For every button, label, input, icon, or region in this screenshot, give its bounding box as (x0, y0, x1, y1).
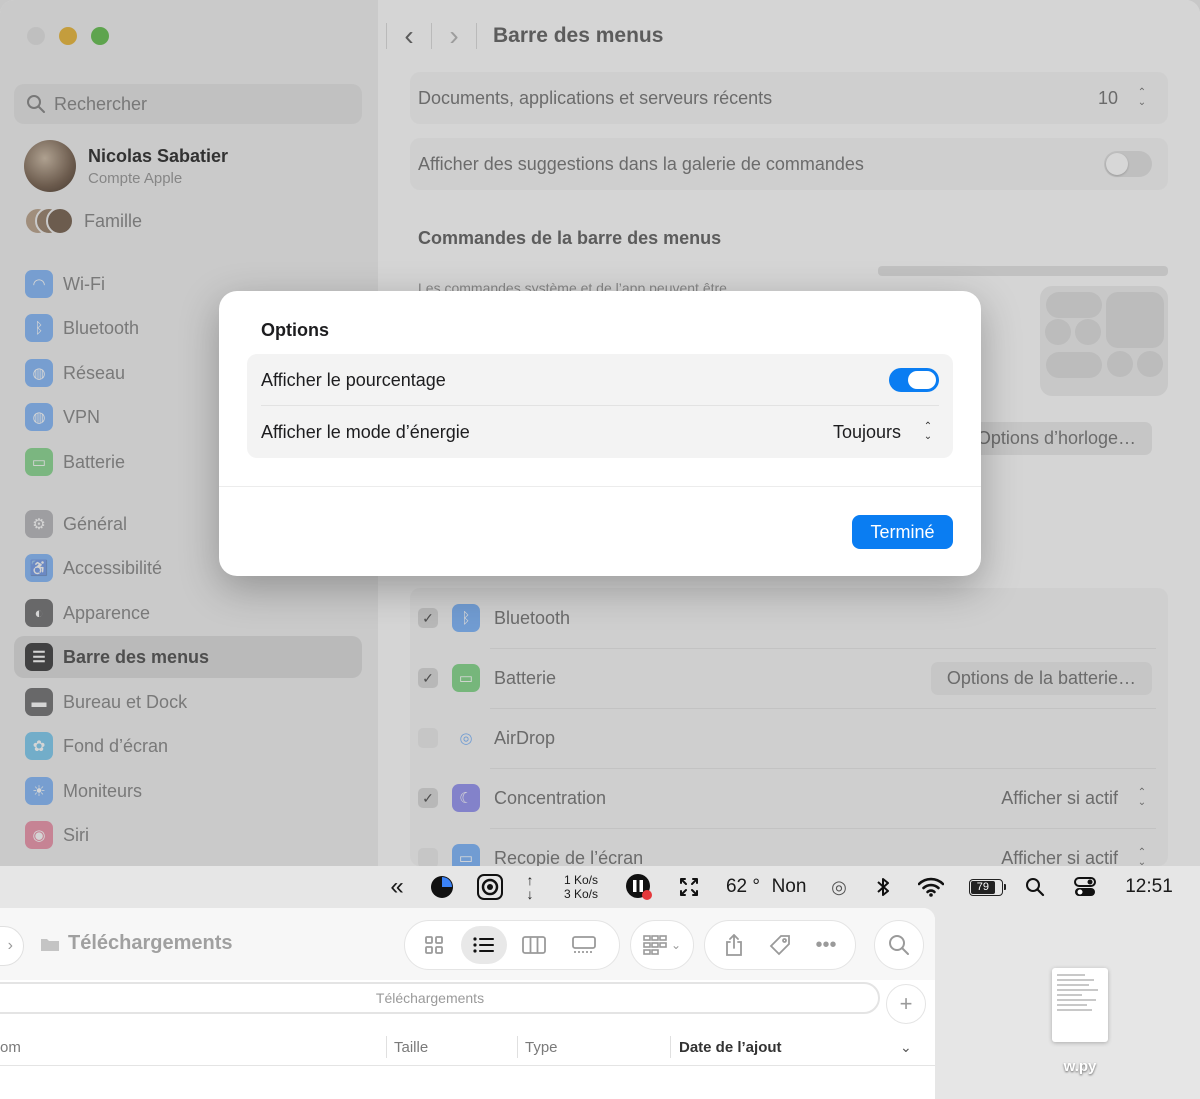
options-card: Afficher le pourcentage Afficher le mode… (247, 354, 953, 458)
desktop-file-label[interactable]: w.py (1040, 1058, 1120, 1075)
folder-icon (41, 938, 59, 951)
chevron-down-icon: ⌄ (670, 938, 682, 952)
pause-record-icon[interactable] (624, 866, 654, 908)
finder-title: Téléchargements (40, 932, 233, 955)
bluetooth-icon[interactable] (872, 866, 894, 908)
battery-icon: 79 (969, 878, 1006, 896)
group-icon (643, 935, 667, 955)
spotlight-search-icon[interactable] (1022, 866, 1048, 908)
expand-arrows-icon[interactable] (676, 866, 702, 908)
column-type[interactable]: Type (525, 1028, 558, 1066)
energy-mode-select[interactable]: Toujours ⌃ ⌄ (833, 420, 939, 444)
battery-percent: 79 (971, 880, 995, 894)
pie-chart-icon[interactable] (428, 866, 456, 908)
search-button[interactable] (874, 920, 924, 970)
network-arrows-icon: ↑ ↓ (526, 872, 534, 902)
back-arrow-icon[interactable]: › (0, 926, 24, 966)
chevrons-left-icon[interactable]: « (384, 866, 410, 908)
done-button[interactable]: Terminé (852, 515, 953, 549)
weather-temp[interactable]: 62 ° (724, 866, 762, 908)
group-by-button[interactable]: ⌄ (630, 920, 694, 970)
non-label[interactable]: Non (770, 866, 808, 908)
options-dialog: Options Afficher le pourcentage Afficher… (219, 291, 981, 576)
column-name[interactable]: om (0, 1028, 21, 1066)
add-button[interactable]: + (886, 984, 926, 1024)
finder-window: › Téléchargements ⌄ ••• Téléchargements … (0, 908, 935, 1099)
path-bar[interactable]: Téléchargements (0, 982, 880, 1014)
column-header: om Taille Type Date de l’ajout ⌄ (0, 1028, 935, 1066)
tag-icon[interactable] (760, 926, 800, 964)
share-icon[interactable] (714, 926, 754, 964)
grid-view-icon[interactable] (411, 926, 457, 964)
network-speed[interactable]: 1 Ko/s 3 Ko/s (564, 866, 606, 908)
dialog-title: Options (261, 320, 329, 340)
menu-bar: « ↑ ↓ 1 Ko/s 3 Ko/s 62 ° Non ◎ 79 12:51 (0, 866, 1200, 908)
clock-time[interactable]: 12:51 (1120, 866, 1178, 908)
sort-chevron-icon[interactable]: ⌄ (900, 1028, 912, 1066)
wifi-icon[interactable] (916, 866, 946, 908)
stepper-chevrons-icon: ⌃ ⌄ (923, 421, 933, 442)
desktop-file-icon[interactable] (1052, 968, 1108, 1042)
net-upload: 1 Ko/s (564, 873, 599, 887)
view-switcher (404, 920, 620, 970)
percentage-toggle[interactable] (889, 368, 939, 392)
finder-title-label: Téléchargements (68, 932, 233, 954)
search-icon (889, 935, 909, 955)
column-view-icon[interactable] (511, 926, 557, 964)
battery-indicator[interactable]: 79 (966, 866, 1006, 908)
net-download: 3 Ko/s (564, 887, 599, 901)
divider (219, 486, 981, 487)
swirl-icon[interactable]: ◎ (828, 866, 850, 908)
gallery-view-icon[interactable] (561, 926, 607, 964)
energy-mode-value: Toujours (832, 421, 901, 442)
divider (386, 1036, 387, 1058)
energy-mode-row: Afficher le mode d’énergie Toujours ⌃ ⌄ (247, 406, 953, 458)
control-center-icon[interactable] (1072, 866, 1098, 908)
column-date-added[interactable]: Date de l’ajout (679, 1028, 782, 1066)
column-size[interactable]: Taille (394, 1028, 428, 1066)
list-view-icon[interactable] (461, 926, 507, 964)
finder-toolbar: › Téléchargements ⌄ ••• (0, 908, 935, 980)
actions-group: ••• (704, 920, 856, 970)
divider (517, 1036, 518, 1058)
energy-mode-label: Afficher le mode d’énergie (261, 421, 470, 442)
divider (670, 1036, 671, 1058)
percentage-row: Afficher le pourcentage (247, 354, 953, 406)
percentage-label: Afficher le pourcentage (261, 369, 446, 390)
more-icon[interactable]: ••• (806, 926, 846, 964)
camera-aperture-icon[interactable] (474, 866, 506, 908)
